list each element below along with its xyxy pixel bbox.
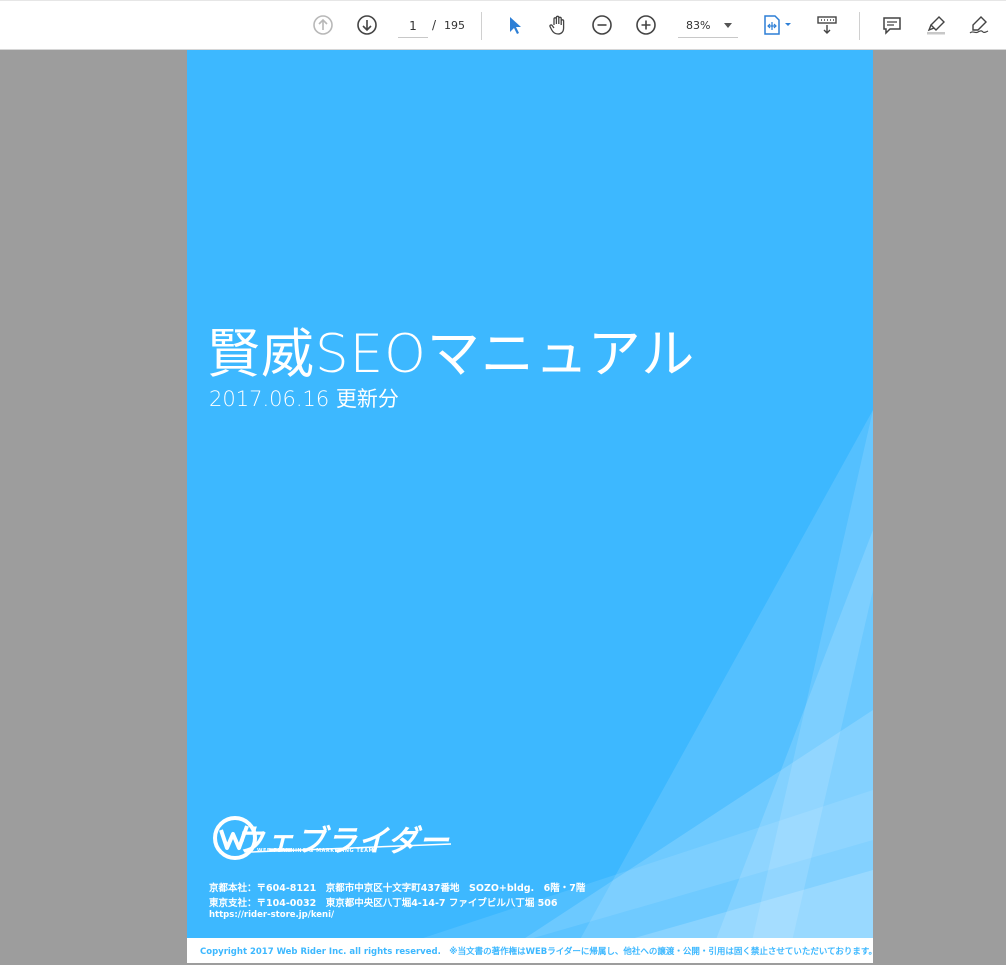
copyright-text: Copyright 2017 Web Rider Inc. all rights… <box>200 947 873 957</box>
zoom-select[interactable]: 83% <box>678 14 738 38</box>
zoom-out-icon[interactable] <box>590 13 614 37</box>
zoom-in-icon[interactable] <box>634 13 658 37</box>
prev-page-icon[interactable] <box>311 13 335 37</box>
highlight-icon[interactable] <box>924 13 948 37</box>
hand-tool-icon[interactable] <box>546 13 570 37</box>
page-number-input[interactable] <box>398 14 428 38</box>
address-kyoto: 京都本社：〒604-8121 京都市中京区十文字町437番地 SOZO+bldg… <box>209 883 586 894</box>
chevron-down-icon <box>724 23 732 28</box>
scroll-mode-icon[interactable] <box>815 13 839 37</box>
copyright-footer: Copyright 2017 Web Rider Inc. all rights… <box>187 938 873 963</box>
toolbar-divider <box>481 12 482 40</box>
toolbar: / 195 83% <box>0 0 1006 50</box>
select-cursor-icon[interactable] <box>503 13 527 37</box>
zoom-value: 83% <box>686 19 711 32</box>
document-subtitle: 2017.06.16 更新分 <box>209 387 399 411</box>
document-url: https://rider-store.jp/keni/ <box>209 910 335 920</box>
page-separator: / <box>432 18 437 32</box>
next-page-icon[interactable] <box>355 13 379 37</box>
toolbar-divider <box>859 12 860 40</box>
document-page: 賢威SEOマニュアル 2017.06.16 更新分 ウェブライダー WEB PL… <box>187 50 873 963</box>
fit-page-icon[interactable] <box>760 13 794 37</box>
comment-icon[interactable] <box>880 13 904 37</box>
address-tokyo: 東京支社：〒104-0032 東京都中央区八丁堀4-14-7 ファイブビル八丁堀… <box>209 898 558 909</box>
sign-icon[interactable] <box>967 13 991 37</box>
logo-subtext: WEB PLANNING & MARKETING TEAM <box>257 848 375 854</box>
toolbar-top-edge <box>0 0 1006 4</box>
page-total: 195 <box>444 19 465 32</box>
document-title: 賢威SEOマニュアル <box>207 324 696 385</box>
